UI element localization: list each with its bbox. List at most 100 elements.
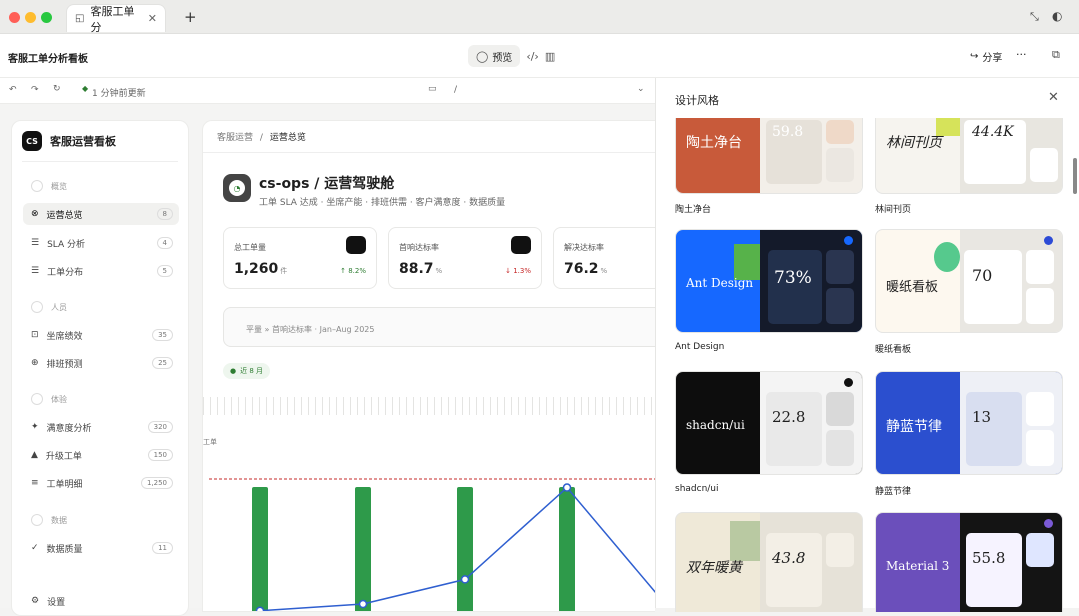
breadcrumb-current: 运营总览 [269, 133, 306, 143]
bar[interactable] [457, 487, 473, 612]
sidebar-item-label: 满意度分析 [46, 423, 92, 434]
close-window-button[interactable] [9, 12, 20, 23]
card-panel [826, 392, 854, 426]
group-icon [31, 180, 43, 192]
app-logo: ◔ [223, 174, 251, 202]
scrollbar[interactable] [1073, 158, 1077, 194]
style-name: shadcn/ui [675, 484, 719, 494]
new-tab-button[interactable]: + [184, 8, 197, 26]
more-button[interactable]: ··· [1016, 48, 1027, 61]
bar[interactable] [252, 487, 268, 612]
sidebar-item-label: 升级工单 [45, 451, 82, 462]
sidebar-item-label: 排班预测 [46, 359, 83, 370]
bar[interactable] [559, 487, 575, 612]
kpi-label: 总工单量 [234, 243, 266, 252]
sidebar-item-label: 运营总览 [46, 210, 83, 221]
sidebar-item-agents[interactable]: ⊡ 坐席绩效 35 [23, 324, 179, 346]
style-card-ant-design[interactable]: Ant Design 73% [675, 229, 863, 333]
sidebar-item-schedule[interactable]: ⊕ 排班预测 25 [23, 352, 179, 374]
reload-icon[interactable]: ↻ [53, 84, 61, 94]
chart-icon[interactable]: ▥ [545, 50, 555, 63]
card-preview-number: 55.8 [972, 549, 1006, 567]
filter-bar[interactable]: 平量 » 首响达标率 · Jan–Aug 2025 [223, 307, 655, 347]
style-card-forest[interactable]: 林间刊页 44.4K [875, 118, 1063, 194]
count-badge: 11 [152, 542, 173, 554]
sidebar-item-overview[interactable]: ⊗ 运营总览 8 [23, 203, 179, 225]
card-preview-number: 59.8 [772, 124, 804, 140]
data-point[interactable] [358, 599, 368, 609]
close-icon[interactable]: ✕ [1048, 90, 1059, 105]
period-chip[interactable]: ● 近 8 月 [223, 363, 271, 379]
sidebar-toggle-icon[interactable]: ◐ [1052, 9, 1062, 23]
sidebar-item-label: 数据质量 [46, 544, 83, 555]
style-card-material3[interactable]: Material 3 55.8 [875, 512, 1063, 612]
sidebar-item-details[interactable]: ≡ 工单明细 1,250 [23, 472, 179, 494]
style-card-terracotta[interactable]: 陶土净台 59.8 [675, 118, 863, 194]
card-panel [826, 533, 854, 567]
preview-button[interactable]: ◯ 预览 [468, 45, 521, 67]
browser-tab-bar: ◱ 客服工单分 ✕ + ⤡ ◐ [0, 0, 1079, 34]
browser-tab[interactable]: ◱ 客服工单分 ✕ [66, 4, 166, 34]
sidebar-item-satisfaction[interactable]: ✦ 满意度分析 320 [23, 416, 179, 438]
calendar-icon: ⊕ [31, 358, 39, 368]
style-name: 林间刊页 [875, 205, 912, 215]
breadcrumb-parent[interactable]: 客服运营 [217, 133, 253, 143]
share-icon: ↪ [970, 51, 979, 62]
kpi-unit: % [600, 267, 608, 275]
sidebar-item-distribution[interactable]: ☰ 工单分布 5 [23, 260, 179, 282]
card-preview-title: shadcn/ui [686, 418, 745, 432]
count-badge: 150 [147, 449, 173, 461]
kpi-card-total[interactable]: 总工单量 1,260 件 ↑ 8.2% [223, 227, 377, 289]
sidebar-item-sla[interactable]: ☰ SLA 分析 4 [23, 232, 179, 254]
timeline-ticks [203, 397, 655, 415]
sidebar-item-label: 工单分布 [47, 267, 84, 278]
external-link-icon[interactable]: ⧉ [1052, 48, 1060, 62]
maximize-window-button[interactable] [41, 12, 52, 23]
card-swatch [934, 242, 960, 272]
sidebar-group-people: 人员 [31, 301, 67, 313]
page-icon: ◱ [75, 13, 85, 24]
forward-icon[interactable]: ↷ [31, 85, 39, 95]
data-point[interactable] [562, 483, 572, 492]
count-badge: 1,250 [140, 477, 173, 489]
card-panel [826, 120, 854, 144]
count-badge: 35 [152, 329, 173, 341]
kpi-card-resolution[interactable]: 解决达标率 76.2% [553, 227, 655, 289]
status-dot-icon: ◆ [82, 84, 89, 93]
data-point[interactable] [460, 575, 470, 584]
tab-title: 客服工单分 [90, 4, 135, 34]
group-icon [31, 514, 43, 526]
kpi-card-first-response[interactable]: 首响达标率 88.7% ↓ 1.3% [388, 227, 542, 289]
app-title: 客服工单分析看板 [8, 54, 88, 65]
bar[interactable] [355, 487, 371, 612]
code-icon[interactable]: ‹/› [526, 50, 539, 63]
chevron-down-icon[interactable]: ⌄ [637, 84, 645, 94]
card-panel [1026, 430, 1054, 466]
style-card-warm-paper[interactable]: 暖纸看板 70 [875, 229, 1063, 333]
card-preview-number: 13 [972, 408, 992, 426]
style-card-warm-yellow[interactable]: 双年暖黄 43.8 [675, 512, 863, 612]
grid-icon: ⊗ [31, 209, 39, 219]
card-panel [1026, 288, 1054, 324]
group-label: 人员 [51, 302, 67, 312]
kpi-value: 1,260 件 [234, 261, 287, 277]
minimize-window-button[interactable] [25, 12, 36, 23]
count-badge: 25 [152, 357, 173, 369]
share-label: 分享 [982, 53, 1003, 64]
style-name: Ant Design [675, 342, 725, 352]
sidebar-item-quality[interactable]: ✓ 数据质量 11 [23, 537, 179, 559]
close-tab-icon[interactable]: ✕ [148, 12, 157, 25]
path-field[interactable]: / [454, 85, 457, 95]
collapse-icon[interactable]: ⤡ [1030, 10, 1039, 24]
card-preview-number: 73% [774, 268, 812, 288]
card-preview-number: 70 [972, 266, 993, 285]
device-icon[interactable]: ▭ [428, 84, 437, 94]
sidebar-item-escalation[interactable]: ▲ 升级工单 150 [23, 444, 179, 466]
share-button[interactable]: ↪ 分享 [970, 49, 1002, 64]
sidebar-item-settings[interactable]: ⚙ 设置 [23, 590, 179, 612]
kpi-value: 76.2% [564, 261, 607, 277]
style-card-quiet-blue[interactable]: 静蓝节律 13 [875, 371, 1063, 475]
style-card-shadcn[interactable]: shadcn/ui 22.8 [675, 371, 863, 475]
back-icon[interactable]: ↶ [9, 85, 17, 95]
style-name: 静蓝节律 [875, 487, 912, 497]
